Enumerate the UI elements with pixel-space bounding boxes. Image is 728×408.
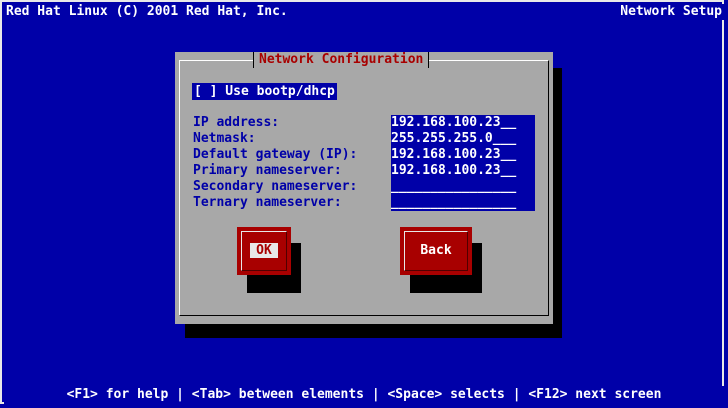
ip-address-input[interactable]: 192.168.100.23__: [391, 115, 535, 131]
netmask-input[interactable]: 255.255.255.0___: [391, 131, 535, 147]
bootp-dhcp-checkbox[interactable]: [ ] Use bootp/dhcp: [192, 83, 337, 100]
dialog-title: Network Configuration: [253, 52, 430, 68]
title-bar: Red Hat Linux (C) 2001 Red Hat, Inc. Net…: [4, 4, 724, 20]
copyright-text: Red Hat Linux (C) 2001 Red Hat, Inc.: [6, 4, 288, 19]
secondary-nameserver-label: Secondary nameserver:: [193, 179, 358, 194]
ok-button-label: OK: [250, 243, 278, 258]
primary-nameserver-label: Primary nameserver:: [193, 163, 342, 178]
ternary-nameserver-label: Ternary nameserver:: [193, 195, 342, 210]
ternary-nameserver-input[interactable]: ________________: [391, 195, 535, 211]
secondary-nameserver-input[interactable]: ________________: [391, 179, 535, 195]
back-button[interactable]: Back: [400, 227, 472, 275]
ok-button[interactable]: OK: [237, 227, 291, 275]
help-bar: <F1> for help | <Tab> between elements |…: [4, 386, 724, 404]
primary-nameserver-input[interactable]: 192.168.100.23__: [391, 163, 535, 179]
back-button-label: Back: [420, 243, 452, 258]
ip-address-label: IP address:: [193, 115, 280, 130]
default-gateway-label: Default gateway (IP):: [193, 147, 358, 162]
screen-title: Network Setup: [620, 4, 722, 19]
default-gateway-input[interactable]: 192.168.100.23__: [391, 147, 535, 163]
netmask-label: Netmask:: [193, 131, 256, 146]
